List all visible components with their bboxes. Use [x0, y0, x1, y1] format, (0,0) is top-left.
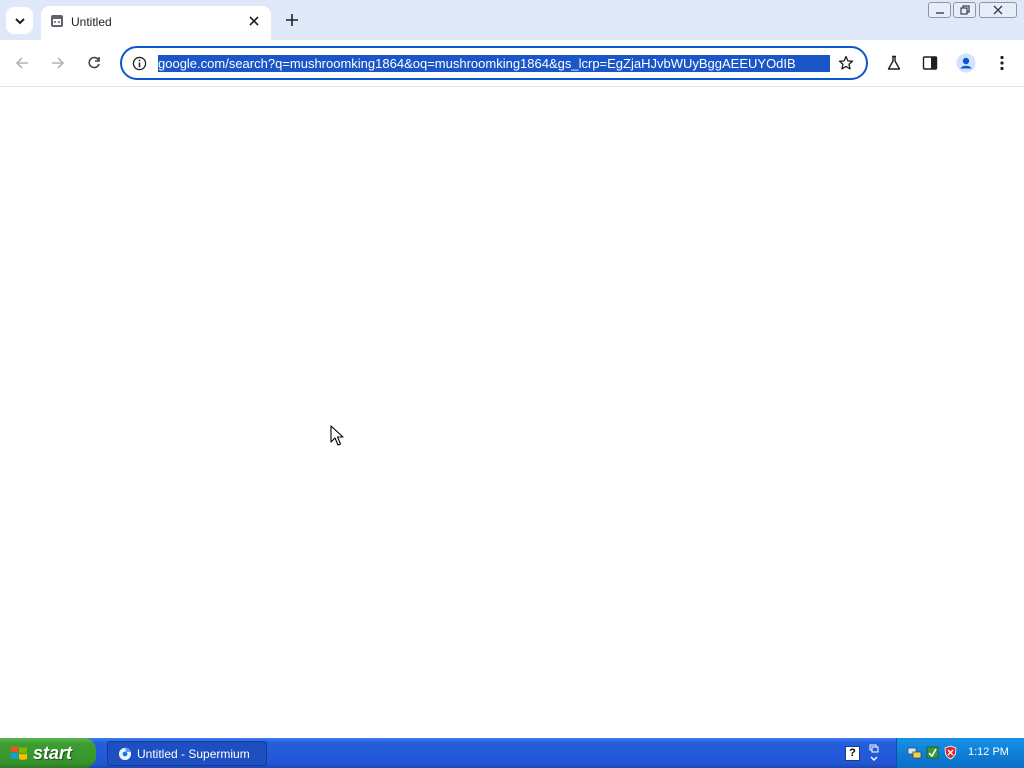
tab-untitled[interactable]: Untitled [41, 6, 271, 40]
plus-icon [286, 14, 298, 26]
page-icon [51, 15, 63, 27]
taskbar-item-label: Untitled - Supermium [137, 746, 250, 761]
system-tray: 1:12 PM [896, 738, 1024, 768]
show-hidden-icons-icon[interactable] [868, 743, 880, 763]
star-icon [838, 55, 854, 70]
info-icon [132, 56, 146, 70]
bookmark-button[interactable] [836, 53, 856, 73]
reload-button[interactable] [80, 49, 108, 77]
address-bar[interactable]: google.com/search?q=mushroomking1864&oq=… [120, 46, 868, 80]
mouse-pointer-icon [330, 425, 344, 446]
restore-icon [959, 5, 970, 15]
browser-toolbar: google.com/search?q=mushroomking1864&oq=… [0, 40, 1024, 87]
tab-strip: Untitled [0, 0, 1024, 40]
side-panel-icon [922, 56, 938, 70]
help-icon[interactable]: ? [845, 746, 860, 761]
arrow-right-icon [52, 57, 65, 69]
chevron-down-icon [14, 17, 25, 24]
close-tab-button[interactable] [245, 12, 263, 30]
network-icon[interactable] [907, 745, 922, 760]
side-panel-button[interactable] [916, 49, 944, 77]
security-icon[interactable] [925, 745, 940, 760]
new-tab-button[interactable] [281, 9, 303, 31]
profile-button[interactable] [952, 49, 980, 77]
url-text[interactable]: google.com/search?q=mushroomking1864&oq=… [158, 55, 830, 72]
profile-avatar-icon [956, 53, 976, 73]
arrow-left-icon [15, 57, 28, 69]
close-window-button[interactable] [979, 2, 1017, 18]
tab-title: Untitled [71, 15, 112, 29]
minimize-icon [935, 12, 944, 14]
taskbar: start Untitled - Supermium ? 1:12 PM [0, 738, 1024, 768]
close-icon [249, 16, 259, 26]
back-button[interactable] [8, 49, 36, 77]
more-vertical-icon [1000, 55, 1004, 71]
start-button[interactable]: start [0, 738, 96, 768]
flask-icon [887, 55, 901, 70]
minimize-button[interactable] [928, 2, 951, 18]
restore-button[interactable] [953, 2, 976, 18]
taskbar-item-supermium[interactable]: Untitled - Supermium [107, 741, 267, 766]
menu-button[interactable] [988, 49, 1016, 77]
tab-search-button[interactable] [6, 7, 33, 34]
page-content[interactable] [0, 87, 1024, 738]
start-label: start [33, 742, 73, 763]
clock[interactable]: 1:12 PM [968, 746, 1009, 758]
labs-button[interactable] [880, 49, 908, 77]
close-icon [993, 5, 1003, 15]
shield-icon[interactable] [943, 745, 958, 760]
reload-icon [88, 56, 100, 69]
site-info-button[interactable] [129, 53, 149, 73]
windows-logo-icon [11, 746, 27, 760]
forward-button[interactable] [44, 49, 72, 77]
supermium-browser-icon [118, 746, 132, 761]
